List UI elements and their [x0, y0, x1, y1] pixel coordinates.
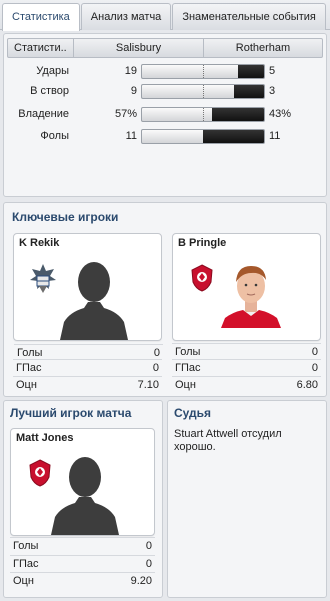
stat-assists-label: ГПас — [175, 362, 201, 374]
stat-away-value: 5 — [269, 65, 276, 77]
motm-title: Лучший игрок матча — [10, 406, 132, 420]
key-players-title: Ключевые игроки — [12, 210, 119, 224]
stat-rating: Оцн 9.20 — [10, 572, 155, 588]
referee-comment: Stuart Attwell отсудил хорошо. — [174, 428, 282, 453]
stats-panel: Статисти.. Salisbury Rotherham Удары 19 … — [3, 33, 327, 197]
stat-assists-label: ГПас — [16, 362, 42, 374]
stat-home-value: 19 — [124, 65, 137, 77]
stat-rating-label: Оцн — [16, 379, 37, 391]
away-key-player-card[interactable]: B Pringle — [172, 233, 321, 341]
stat-bar-fill — [211, 108, 264, 121]
stat-label: В створ — [30, 85, 69, 97]
stats-header-label[interactable]: Статисти.. — [8, 39, 74, 57]
stat-label: Удары — [36, 65, 69, 77]
stat-bar-fill — [238, 65, 264, 78]
stat-row-possession: Владение 57% 43% — [7, 105, 323, 123]
stat-label: Владение — [18, 108, 69, 120]
stat-assists: ГПас 0 — [172, 359, 321, 375]
stat-goals: Голы 0 — [10, 537, 155, 553]
stat-goals-value: 0 — [311, 346, 318, 358]
stat-assists-value: 0 — [152, 362, 159, 374]
player-silhouette-icon — [60, 262, 128, 340]
motm-player-card[interactable]: Matt Jones — [10, 428, 155, 536]
stat-away-value: 43% — [269, 108, 292, 120]
player-photo-icon — [221, 266, 281, 328]
player-silhouette-icon — [51, 457, 119, 535]
stat-bar-fill — [203, 130, 264, 143]
stat-label: Фолы — [40, 130, 69, 142]
stat-row-fouls: Фолы 11 11 — [7, 127, 323, 145]
stat-goals-label: Голы — [175, 346, 201, 358]
tab-key-events[interactable]: Знаменательные события — [172, 3, 326, 30]
motm-panel: Лучший игрок матча Matt Jones Голы 0 ГПа… — [3, 400, 163, 598]
stat-bar — [141, 64, 265, 79]
stat-rating-label: Оцн — [13, 575, 34, 587]
stat-goals-label: Голы — [13, 540, 39, 552]
stat-rating: Оцн 6.80 — [172, 376, 321, 392]
stats-header-home-team[interactable]: Salisbury — [74, 39, 204, 57]
stat-away-value: 3 — [269, 85, 276, 97]
stats-header-away-team[interactable]: Rotherham — [204, 39, 322, 57]
salisbury-crest-icon — [30, 264, 56, 293]
stat-bar — [141, 107, 265, 122]
stat-goals-value: 0 — [145, 540, 152, 552]
stat-bar — [141, 129, 265, 144]
stat-bar-fill — [233, 85, 264, 98]
stat-assists-value: 0 — [145, 558, 152, 570]
stat-rating: Оцн 7.10 — [13, 376, 162, 392]
stat-assists: ГПас 0 — [13, 359, 162, 375]
key-players-panel: Ключевые игроки K Rekik Голы 0 ГПас 0 Оц… — [3, 202, 327, 397]
referee-title: Судья — [174, 406, 212, 420]
stat-rating-value: 9.20 — [130, 575, 152, 587]
stat-row-shots: Удары 19 5 — [7, 62, 323, 80]
stat-home-value: 9 — [130, 85, 137, 97]
stat-home-value: 11 — [125, 130, 137, 142]
stat-rating-value: 7.10 — [137, 379, 159, 391]
stat-goals: Голы 0 — [14, 344, 163, 360]
player-name[interactable]: Matt Jones — [16, 432, 73, 444]
stat-assists: ГПас 0 — [10, 555, 155, 571]
stat-goals: Голы 0 — [172, 343, 321, 359]
player-name[interactable]: K Rekik — [19, 237, 59, 249]
stat-row-on-target: В створ 9 3 — [7, 82, 323, 100]
rotherham-crest-icon — [191, 264, 213, 292]
player-name[interactable]: B Pringle — [178, 237, 226, 249]
stat-away-value: 11 — [269, 130, 281, 142]
tab-bar: Статистика Анализ матча Знаменательные с… — [0, 0, 330, 31]
tab-statistics[interactable]: Статистика — [2, 3, 80, 31]
referee-panel: Судья Stuart Attwell отсудил хорошо. — [167, 400, 327, 598]
stat-rating-value: 6.80 — [296, 379, 318, 391]
stat-assists-label: ГПас — [13, 558, 39, 570]
stat-home-value: 57% — [114, 108, 137, 120]
stat-bar — [141, 84, 265, 99]
home-key-player-card[interactable]: K Rekik Голы 0 — [13, 233, 163, 359]
stat-assists-value: 0 — [311, 362, 318, 374]
stat-rating-label: Оцн — [175, 379, 196, 391]
stats-header: Статисти.. Salisbury Rotherham — [7, 38, 323, 58]
tab-match-analysis[interactable]: Анализ матча — [80, 3, 172, 30]
